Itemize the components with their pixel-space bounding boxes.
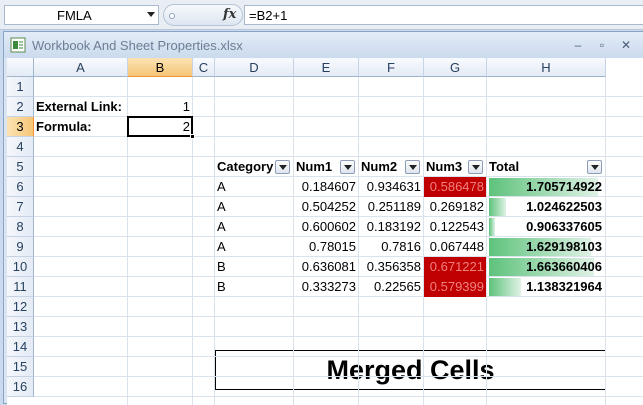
active-cell-outline (127, 116, 193, 137)
formula-controls: fx (163, 4, 243, 26)
workbook-window: Workbook And Sheet Properties.xlsx – ▫ ✕… (3, 31, 643, 405)
gridline-horizontal (34, 336, 643, 337)
chevron-down-icon[interactable] (147, 12, 155, 17)
data-bar (489, 198, 506, 216)
category-cell[interactable]: B (215, 257, 293, 277)
filter-dropdown-icon[interactable] (405, 160, 420, 174)
gridline-horizontal (34, 376, 643, 377)
total-value: 1.138321964 (526, 279, 602, 294)
row-header-11[interactable]: 11 (7, 277, 34, 297)
row-header-13[interactable]: 13 (7, 317, 34, 337)
excel-file-icon (10, 37, 26, 53)
total-value: 0.906337605 (526, 219, 602, 234)
window-title: Workbook And Sheet Properties.xlsx (32, 38, 243, 53)
row-header-16[interactable]: 16 (7, 377, 34, 397)
number-cell[interactable]: 0.934631 (359, 177, 423, 197)
category-cell[interactable]: A (215, 177, 293, 197)
filter-dropdown-icon[interactable] (275, 160, 290, 174)
column-header-e[interactable]: E (294, 58, 359, 77)
spreadsheet-grid[interactable]: Merged Cells A B C D E F G H 1 2 3 4 5 6 7 8 9 10 11 12 13 14… (7, 58, 643, 405)
column-header-b[interactable]: B (128, 58, 193, 77)
row-header-14[interactable]: 14 (7, 337, 34, 357)
number-cell[interactable]: 0.78015 (294, 237, 358, 257)
data-bar (489, 218, 495, 236)
row-header-12[interactable]: 12 (7, 297, 34, 317)
row-header-7[interactable]: 7 (7, 197, 34, 217)
category-cell[interactable]: B (215, 277, 293, 297)
row-header-9[interactable]: 9 (7, 237, 34, 257)
number-cell[interactable]: 0.356358 (359, 257, 423, 277)
column-header-h[interactable]: H (487, 58, 606, 77)
external-link-label[interactable]: External Link: (34, 97, 127, 117)
total-value: 1.663660406 (526, 259, 602, 274)
filter-dropdown-icon[interactable] (340, 160, 355, 174)
total-cell[interactable]: 1.663660406 (487, 257, 605, 277)
category-cell[interactable]: A (215, 197, 293, 217)
row-header-2[interactable]: 2 (7, 97, 34, 117)
row-header-6[interactable]: 6 (7, 177, 34, 197)
row-header-10[interactable]: 10 (7, 257, 34, 277)
number-cell[interactable]: 0.586478 (424, 177, 486, 197)
row-header-1[interactable]: 1 (7, 77, 34, 97)
filter-dropdown-icon[interactable] (468, 160, 483, 174)
gridline-horizontal (34, 316, 643, 317)
minimize-button[interactable]: – (568, 36, 588, 54)
gridline-horizontal (34, 356, 643, 357)
number-cell[interactable]: 0.333273 (294, 277, 358, 297)
name-box-value: FMLA (57, 8, 92, 23)
number-cell[interactable]: 0.7816 (359, 237, 423, 257)
total-value: 1.629198103 (526, 239, 602, 254)
number-cell[interactable]: 0.183192 (359, 217, 423, 237)
name-box[interactable]: FMLA (4, 5, 159, 25)
insert-function-icon[interactable]: fx (223, 7, 236, 22)
window-controls: – ▫ ✕ (568, 36, 638, 54)
expand-circle-icon[interactable] (169, 13, 175, 19)
number-cell[interactable]: 0.122543 (424, 217, 486, 237)
formula-text: =B2+1 (249, 8, 288, 23)
row-header-5[interactable]: 5 (7, 157, 34, 177)
formula-input[interactable]: =B2+1 (244, 5, 643, 25)
gridline-horizontal (34, 396, 643, 397)
column-header-a[interactable]: A (34, 58, 128, 77)
external-link-value[interactable]: 1 (128, 97, 192, 117)
number-cell[interactable]: 0.269182 (424, 197, 486, 217)
row-header-4[interactable]: 4 (7, 137, 34, 157)
number-cell[interactable]: 0.067448 (424, 237, 486, 257)
number-cell[interactable]: 0.600602 (294, 217, 358, 237)
number-cell[interactable]: 0.22565 (359, 277, 423, 297)
total-value: 1.705714922 (526, 179, 602, 194)
total-cell[interactable]: 1.629198103 (487, 237, 605, 257)
formula-bar: FMLA fx =B2+1 (0, 0, 643, 30)
total-value: 1.024622503 (526, 199, 602, 214)
number-cell[interactable]: 0.636081 (294, 257, 358, 277)
data-bar (489, 278, 521, 296)
column-header-c[interactable]: C (193, 58, 215, 77)
filter-dropdown-icon[interactable] (587, 160, 602, 174)
total-cell[interactable]: 0.906337605 (487, 217, 605, 237)
number-cell[interactable]: 0.184607 (294, 177, 358, 197)
total-cell[interactable]: 1.024622503 (487, 197, 605, 217)
category-cell[interactable]: A (215, 217, 293, 237)
restore-button[interactable]: ▫ (592, 36, 612, 54)
column-header-f[interactable]: F (359, 58, 424, 77)
total-cell[interactable]: 1.705714922 (487, 177, 605, 197)
number-cell[interactable]: 0.671221 (424, 257, 486, 277)
fill-handle[interactable] (190, 134, 195, 139)
row-header-3[interactable]: 3 (7, 117, 34, 137)
select-all-corner[interactable] (7, 58, 34, 77)
category-cell[interactable]: A (215, 237, 293, 257)
row-header-15[interactable]: 15 (7, 357, 34, 377)
number-cell[interactable]: 0.579399 (424, 277, 486, 297)
number-cell[interactable]: 0.251189 (359, 197, 423, 217)
total-cell[interactable]: 1.138321964 (487, 277, 605, 297)
number-cell[interactable]: 0.504252 (294, 197, 358, 217)
close-button[interactable]: ✕ (616, 36, 636, 54)
row-header-8[interactable]: 8 (7, 217, 34, 237)
column-header-g[interactable]: G (424, 58, 487, 77)
formula-label[interactable]: Formula: (34, 117, 127, 137)
window-titlebar[interactable]: Workbook And Sheet Properties.xlsx – ▫ ✕ (4, 32, 643, 58)
column-header-d[interactable]: D (215, 58, 294, 77)
